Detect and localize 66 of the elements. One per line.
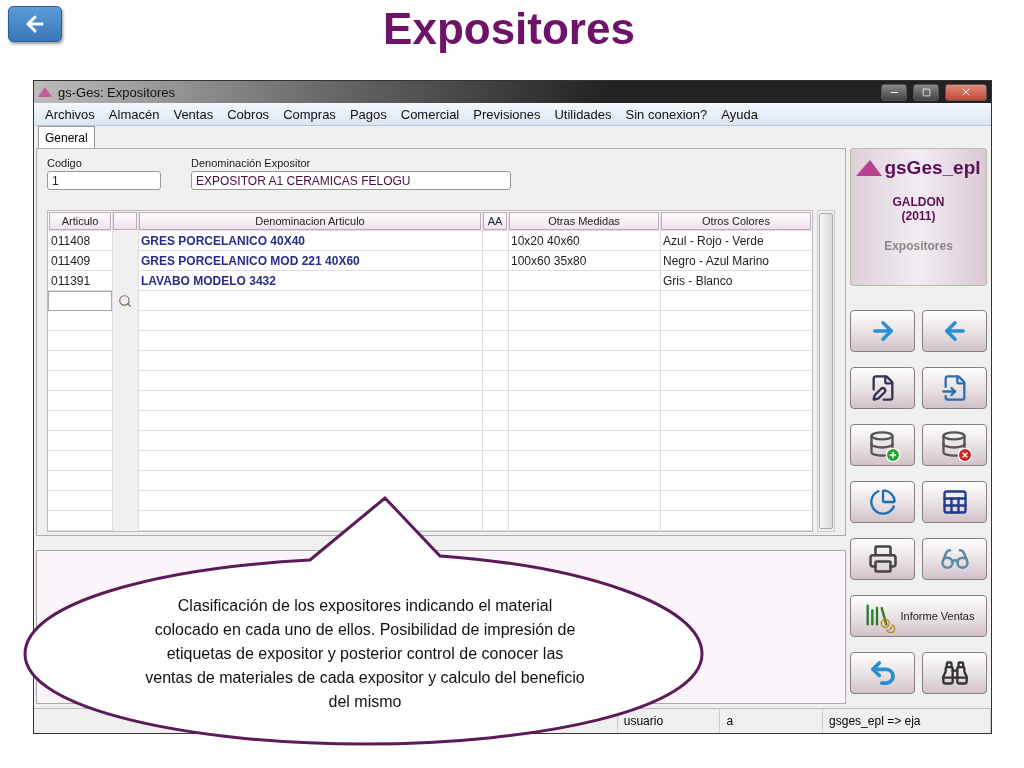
- table-cell-text: 011391: [50, 273, 92, 290]
- menu-item[interactable]: Ayuda: [714, 106, 765, 122]
- database-add-icon: [867, 430, 898, 460]
- module-name: Expositores: [884, 239, 953, 253]
- printer-icon: [867, 544, 898, 574]
- app-logo-icon: [38, 87, 52, 97]
- spreadsheet-icon: [940, 488, 969, 516]
- table-cell-text: 10x20 40x60: [510, 233, 581, 250]
- column-header[interactable]: AA: [483, 212, 507, 230]
- close-button[interactable]: [945, 83, 987, 101]
- tab[interactable]: General: [38, 126, 95, 148]
- company-name: GALDON: [892, 195, 945, 209]
- toolbar-button[interactable]: [922, 652, 987, 694]
- pyramid-logo-icon: [856, 160, 883, 176]
- menu-item[interactable]: Sin conexion?: [618, 106, 715, 122]
- menu-item[interactable]: Compras: [276, 106, 343, 122]
- column-header[interactable]: Denominacion Articulo: [139, 212, 481, 230]
- status-text: usuario: [623, 714, 664, 728]
- input-field[interactable]: [48, 291, 112, 311]
- menu-item[interactable]: Pagos: [342, 106, 394, 122]
- toolbar-button[interactable]: [922, 424, 987, 466]
- table-cell-text: Gris - Blanco: [662, 273, 734, 290]
- menu-item[interactable]: Cobros: [220, 106, 277, 122]
- column-header[interactable]: Otros Colores: [661, 212, 811, 230]
- maximize-button[interactable]: [913, 83, 939, 101]
- menu-item[interactable]: Archivos: [38, 106, 102, 122]
- text-field[interactable]: EXPOSITOR A1 CERAMICAS FELOGU: [191, 171, 511, 190]
- table-cell-text: LAVABO MODELO 3432: [140, 273, 277, 290]
- table-cell-text: GRES PORCELANICO MOD 221 40X60: [140, 253, 361, 270]
- toolbar-button[interactable]: [850, 367, 915, 409]
- minimize-button[interactable]: [881, 83, 907, 101]
- company-year: (2011): [901, 209, 936, 223]
- field-label: Codigo: [47, 157, 83, 169]
- binoculars-icon: [940, 659, 969, 687]
- table-cell-text: 011408: [50, 233, 92, 250]
- column-header[interactable]: Otras Medidas: [509, 212, 659, 230]
- menu-item[interactable]: Comercial: [393, 106, 467, 122]
- table-cell-text: Azul - Rojo - Verde: [662, 233, 765, 250]
- pie-chart-icon: [868, 488, 897, 516]
- menu-item[interactable]: Ventas: [166, 106, 221, 122]
- report-button[interactable]: Informe Ventas: [850, 595, 987, 637]
- back-button[interactable]: [8, 6, 62, 42]
- table-cell-text: 100x60 35x80: [510, 253, 588, 270]
- table-cell-text: Negro - Azul Marino: [662, 253, 771, 270]
- field-label: Denominación Expositor: [191, 157, 312, 169]
- brand-name: gsGes_epl: [884, 157, 981, 179]
- scrollbar[interactable]: [817, 210, 835, 532]
- maximize-icon: [921, 87, 931, 97]
- toolbar-button[interactable]: [850, 538, 915, 580]
- table-cell-text: 011409: [50, 253, 92, 270]
- table-cell-text: GRES PORCELANICO 40X40: [140, 233, 307, 250]
- menu-item[interactable]: Previsiones: [466, 106, 548, 122]
- menu-item[interactable]: Almacén: [101, 106, 167, 122]
- search-icon[interactable]: [118, 294, 132, 308]
- callout-text: Clasificación de los expositores indicando el material colocado en cada uno de ellos. Posibilidad de impresión de etiquetas de expositor y posterior control de conocer las ventas de materiales de cada expositor y calculo del beneficio del mismo: [145, 596, 585, 712]
- slide-title: Expositores: [382, 4, 636, 54]
- window-title: gs-Ges: Expositores: [58, 84, 176, 100]
- text-field[interactable]: 1: [47, 171, 161, 190]
- column-header[interactable]: Articulo: [49, 212, 111, 230]
- database-delete-icon: [939, 430, 970, 460]
- close-icon: [960, 86, 972, 98]
- status-text: gsges_epl => eja: [829, 714, 921, 728]
- status-text: a: [726, 714, 734, 728]
- menu-item[interactable]: Utilidades: [547, 106, 619, 122]
- toolbar-button[interactable]: [922, 481, 987, 523]
- toolbar-button[interactable]: [850, 424, 915, 466]
